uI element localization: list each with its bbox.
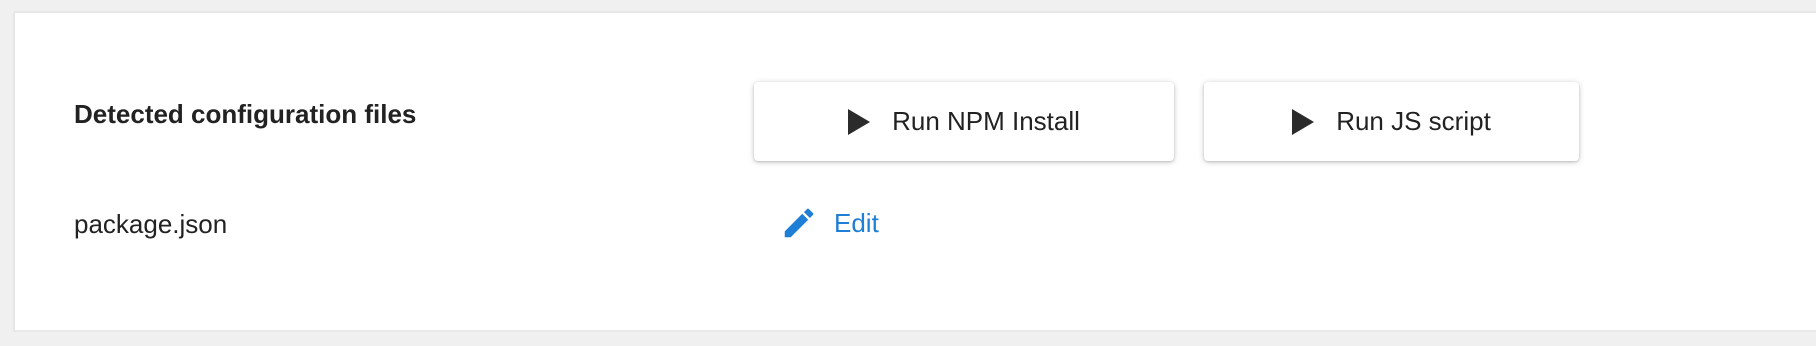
run-js-script-button[interactable]: Run JS script [1204, 82, 1579, 161]
play-icon [1292, 108, 1315, 135]
pencil-icon [780, 204, 818, 242]
config-files-panel [13, 0, 1816, 346]
section-title: Detected configuration files [74, 99, 417, 129]
edit-link[interactable]: Edit [780, 204, 879, 242]
top-divider [13, 0, 1816, 13]
play-icon [848, 108, 871, 135]
run-npm-install-label: Run NPM Install [892, 106, 1080, 136]
run-js-script-label: Run JS script [1336, 106, 1491, 136]
page: Detected configuration files Run NPM Ins… [0, 0, 1816, 346]
run-npm-install-button[interactable]: Run NPM Install [754, 82, 1174, 161]
bottom-divider [13, 330, 1816, 346]
file-name: package.json [74, 209, 228, 239]
edit-label: Edit [834, 207, 879, 238]
